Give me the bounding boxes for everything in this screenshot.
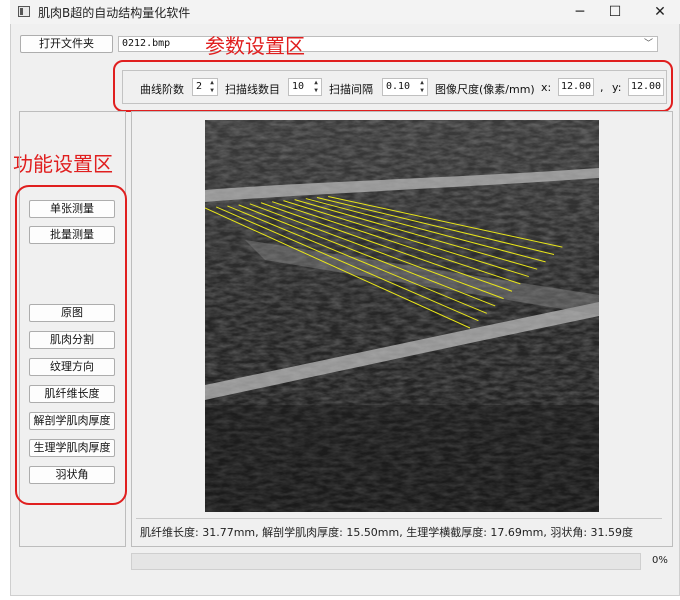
curve-order-label: 曲线阶数 <box>140 83 184 96</box>
progress-bar <box>131 553 641 570</box>
curve-order-value: 2 <box>196 81 203 92</box>
single-measure-button[interactable]: 单张测量 <box>29 200 115 218</box>
pennation-angle-button[interactable]: 羽状角 <box>29 466 115 484</box>
spin-arrows-icon[interactable]: ▲ ▼ <box>312 79 320 95</box>
window-title: 肌肉B超的自动结构量化软件 <box>38 6 191 20</box>
file-select-value: 0212.bmp <box>122 38 171 49</box>
scale-y-input[interactable]: 12.00 <box>628 78 664 96</box>
progress-percent: 0% <box>652 555 668 566</box>
title-bar: 肌肉B超的自动结构量化软件 ─ ☐ ✕ <box>10 0 680 24</box>
scan-lines-spinbox[interactable]: 10 ▲ ▼ <box>288 78 322 96</box>
image-scale-label: 图像尺度(像素/mm) <box>435 83 535 96</box>
status-separator <box>136 518 662 519</box>
scan-interval-value: 0.10 <box>386 81 411 92</box>
scan-interval-spinbox[interactable]: 0.10 ▲ ▼ <box>382 78 428 96</box>
original-image-button[interactable]: 原图 <box>29 304 115 322</box>
curve-order-spinbox[interactable]: 2 ▲ ▼ <box>192 78 218 96</box>
anatomical-thickness-button[interactable]: 解剖学肌肉厚度 <box>29 412 115 430</box>
batch-measure-button[interactable]: 批量测量 <box>29 226 115 244</box>
fiber-length-button[interactable]: 肌纤维长度 <box>29 385 115 403</box>
params-area-annotation: 参数设置区 <box>205 34 305 58</box>
scale-x-input[interactable]: 12.00 <box>558 78 594 96</box>
muscle-segmentation-button[interactable]: 肌肉分割 <box>29 331 115 349</box>
ultrasound-image <box>205 120 599 512</box>
result-status-text: 肌纤维长度: 31.77mm, 解剖学肌肉厚度: 15.50mm, 生理学横截厚… <box>140 526 634 539</box>
app-icon <box>18 6 30 17</box>
scan-lines-value: 10 <box>292 81 305 92</box>
chevron-down-icon[interactable]: ﹀ <box>644 37 653 51</box>
maximize-button[interactable]: ☐ <box>595 1 635 23</box>
spin-arrows-icon[interactable]: ▲ ▼ <box>208 79 216 95</box>
scan-interval-label: 扫描间隔 <box>329 83 373 96</box>
scan-lines-label: 扫描线数目 <box>225 83 280 96</box>
spin-arrows-icon[interactable]: ▲ ▼ <box>418 79 426 95</box>
ultrasound-image-svg <box>205 120 599 512</box>
y-label: y: <box>612 81 622 94</box>
physiological-thickness-button[interactable]: 生理学肌肉厚度 <box>29 439 115 457</box>
open-folder-button[interactable]: 打开文件夹 <box>20 35 113 53</box>
close-button[interactable]: ✕ <box>640 1 680 23</box>
x-label: x: <box>541 81 552 94</box>
comma-separator: , <box>600 81 604 94</box>
file-select-dropdown[interactable]: 0212.bmp ﹀ <box>118 36 658 52</box>
minimize-button[interactable]: ─ <box>560 1 600 23</box>
texture-direction-button[interactable]: 纹理方向 <box>29 358 115 376</box>
